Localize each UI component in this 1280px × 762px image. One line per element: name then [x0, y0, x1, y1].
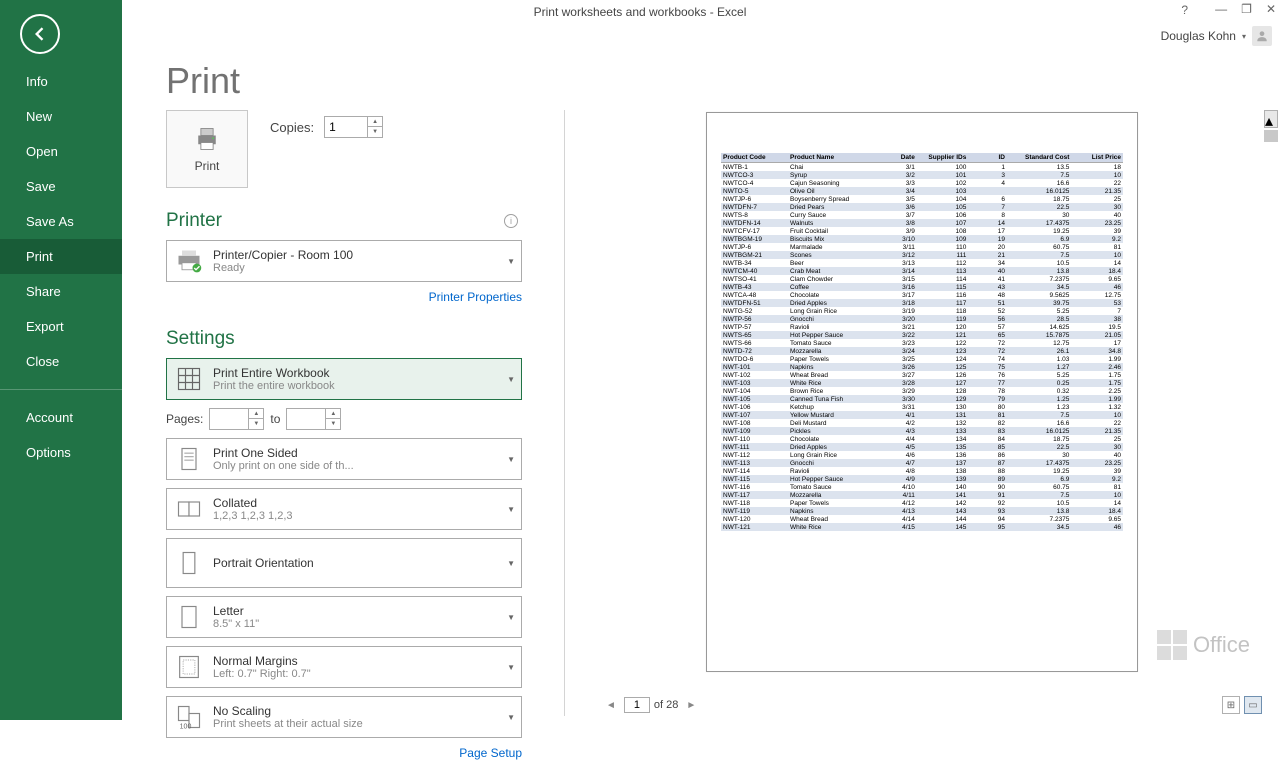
chevron-down-icon: ▼ — [507, 713, 515, 722]
nav-item-new[interactable]: New — [0, 99, 122, 134]
scrollbar-thumb[interactable] — [1264, 130, 1278, 142]
chevron-down-icon: ▼ — [507, 613, 515, 622]
print-what-sub: Print the entire workbook — [213, 380, 503, 392]
down-icon[interactable]: ▼ — [249, 419, 263, 429]
user-caret-icon[interactable]: ▾ — [1242, 32, 1246, 41]
restore-icon[interactable]: ❐ — [1241, 2, 1252, 16]
print-what-dropdown[interactable]: Print Entire Workbook Print the entire w… — [166, 358, 522, 400]
titlebar: Print worksheets and workbooks - Excel ?… — [0, 0, 1280, 24]
copies-down-icon[interactable]: ▼ — [368, 127, 382, 137]
scrollbar-up-icon[interactable]: ▴ — [1264, 110, 1278, 128]
pages-from-input[interactable] — [210, 410, 248, 428]
collate-dropdown[interactable]: Collated1,2,3 1,2,3 1,2,3 ▼ — [166, 488, 522, 530]
printer-status: Ready — [213, 262, 503, 274]
pages-from-spinner[interactable]: ▲▼ — [209, 408, 264, 430]
print-button[interactable]: Print — [166, 110, 248, 188]
printer-heading: Printer — [166, 210, 222, 232]
avatar[interactable] — [1252, 26, 1272, 46]
zoom-page-button[interactable]: ▭ — [1244, 696, 1262, 714]
printer-status-icon — [173, 245, 205, 277]
copies-up-icon[interactable]: ▲ — [368, 117, 382, 127]
page-setup-link[interactable]: Page Setup — [459, 746, 522, 760]
collate-icon — [173, 493, 205, 525]
print-button-label: Print — [195, 159, 220, 173]
printer-name: Printer/Copier - Room 100 — [213, 248, 503, 262]
print-what-title: Print Entire Workbook — [213, 366, 503, 380]
printer-dropdown[interactable]: Printer/Copier - Room 100 Ready ▼ — [166, 240, 522, 282]
pages-to-label: to — [270, 412, 280, 426]
chevron-down-icon: ▼ — [507, 455, 515, 464]
scaling-icon: 100 — [173, 701, 205, 733]
page-title: Print — [166, 60, 1280, 102]
svg-text:100: 100 — [180, 724, 192, 731]
paper-dropdown[interactable]: Letter8.5" x 11" ▼ — [166, 596, 522, 638]
page-total: of 28 — [654, 699, 678, 711]
info-icon[interactable]: i — [504, 214, 518, 228]
up-icon[interactable]: ▲ — [326, 409, 340, 419]
copies-label: Copies: — [270, 120, 314, 135]
nav-item-save-as[interactable]: Save As — [0, 204, 122, 239]
copies-input[interactable] — [325, 118, 367, 136]
chevron-down-icon: ▼ — [507, 559, 515, 568]
user-name[interactable]: Douglas Kohn — [1161, 29, 1236, 43]
margins-icon — [173, 651, 205, 683]
margins-dropdown[interactable]: Normal MarginsLeft: 0.7" Right: 0.7" ▼ — [166, 646, 522, 688]
page-input[interactable] — [624, 697, 650, 713]
show-margins-button[interactable]: ⊞ — [1222, 696, 1240, 714]
back-button[interactable] — [20, 14, 60, 54]
vertical-divider — [564, 110, 565, 716]
nav-item-print[interactable]: Print — [0, 239, 122, 274]
nav-item-account[interactable]: Account — [0, 400, 122, 435]
chevron-down-icon: ▼ — [507, 663, 515, 672]
nav-item-options[interactable]: Options — [0, 435, 122, 470]
pager: ◄ of 28 ► ⊞ ▭ — [582, 694, 1262, 716]
one-sided-icon — [173, 443, 205, 475]
nav-item-close[interactable]: Close — [0, 344, 122, 379]
userbar: Douglas Kohn ▾ — [0, 24, 1280, 48]
pages-label: Pages: — [166, 412, 203, 426]
nav-item-save[interactable]: Save — [0, 169, 122, 204]
sidebar: InfoNewOpenSaveSave AsPrintShareExportCl… — [0, 0, 122, 720]
content: Print Print Copies: ▲▼ Printe — [122, 48, 1280, 720]
down-icon[interactable]: ▼ — [326, 419, 340, 429]
chevron-down-icon: ▼ — [507, 505, 515, 514]
printer-properties-link[interactable]: Printer Properties — [429, 290, 522, 304]
orientation-dropdown[interactable]: Portrait Orientation ▼ — [166, 538, 522, 588]
preview-table: Product CodeProduct NameDateSupplier IDs… — [721, 153, 1123, 531]
window-title: Print worksheets and workbooks - Excel — [534, 5, 747, 19]
printer-icon — [192, 125, 222, 153]
chevron-down-icon: ▼ — [507, 257, 515, 266]
nav-item-info[interactable]: Info — [0, 64, 122, 99]
preview-page: Product CodeProduct NameDateSupplier IDs… — [706, 112, 1138, 672]
prev-page-icon[interactable]: ◄ — [602, 698, 620, 713]
nav-item-open[interactable]: Open — [0, 134, 122, 169]
nav-divider — [0, 389, 122, 390]
up-icon[interactable]: ▲ — [249, 409, 263, 419]
next-page-icon[interactable]: ► — [682, 698, 700, 713]
pages-to-input[interactable] — [287, 410, 325, 428]
preview-area: Product CodeProduct NameDateSupplier IDs… — [582, 110, 1262, 692]
minimize-icon[interactable]: — — [1215, 2, 1227, 16]
settings-heading: Settings — [166, 328, 235, 350]
nav-item-export[interactable]: Export — [0, 309, 122, 344]
chevron-down-icon: ▼ — [507, 375, 515, 384]
paper-icon — [173, 601, 205, 633]
nav-item-share[interactable]: Share — [0, 274, 122, 309]
pages-to-spinner[interactable]: ▲▼ — [286, 408, 341, 430]
sides-dropdown[interactable]: Print One SidedOnly print on one side of… — [166, 438, 522, 480]
scaling-dropdown[interactable]: 100 No ScalingPrint sheets at their actu… — [166, 696, 522, 738]
close-icon[interactable]: ✕ — [1266, 2, 1276, 16]
office-watermark: Office — [1157, 630, 1250, 660]
copies-spinner[interactable]: ▲▼ — [324, 116, 383, 138]
portrait-icon — [173, 547, 205, 579]
help-icon[interactable]: ? — [1181, 3, 1188, 17]
workbook-icon — [173, 363, 205, 395]
